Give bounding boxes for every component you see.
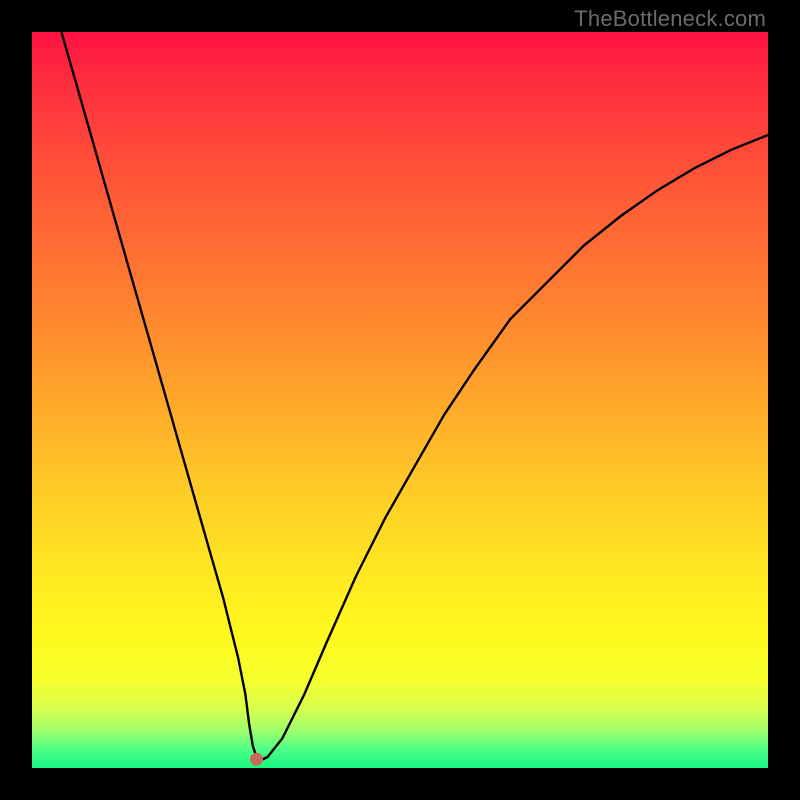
marker-dot [250, 753, 263, 766]
attribution-text: TheBottleneck.com [574, 6, 766, 32]
chart-frame: TheBottleneck.com [0, 0, 800, 800]
curve-line [61, 32, 768, 761]
chart-svg [32, 32, 768, 768]
plot-area [32, 32, 768, 768]
